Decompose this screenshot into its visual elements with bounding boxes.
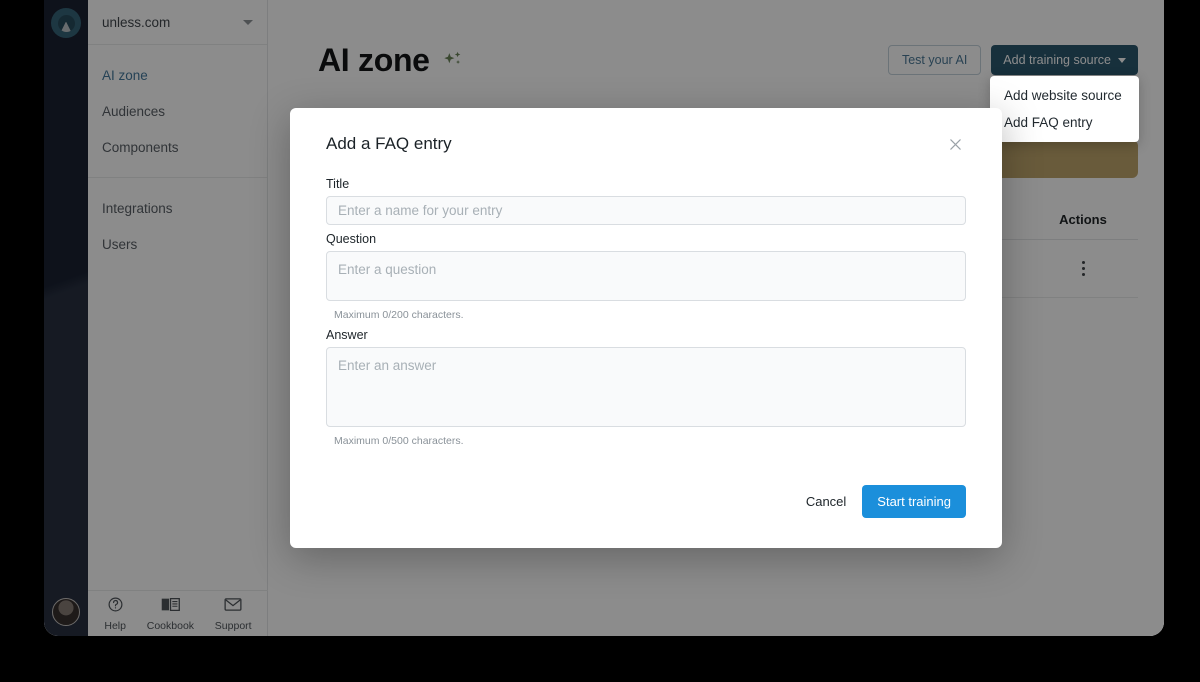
nav-group-primary: AI zone Audiences Components — [88, 45, 267, 165]
field-answer: Answer Maximum 0/500 characters. — [326, 328, 966, 447]
sidebar-item-ai-zone[interactable]: AI zone — [88, 57, 267, 93]
kebab-menu-icon[interactable] — [1078, 257, 1089, 280]
title-label: Title — [326, 177, 350, 191]
book-icon — [161, 596, 180, 618]
dropdown-item-add-faq-entry[interactable]: Add FAQ entry — [990, 109, 1139, 136]
sidebar-item-components[interactable]: Components — [88, 129, 267, 165]
envelope-icon — [224, 596, 242, 618]
sidebar-item-label: Components — [102, 139, 179, 155]
cancel-button[interactable]: Cancel — [800, 486, 852, 517]
app-window: unless.com AI zone Audiences Components … — [44, 0, 1164, 636]
field-title: Title — [326, 177, 966, 225]
answer-input[interactable] — [326, 347, 966, 427]
question-helper-text: Maximum 0/200 characters. — [334, 309, 464, 321]
row-actions-cell — [1028, 257, 1138, 280]
close-icon[interactable] — [945, 134, 966, 155]
sidebar-item-integrations[interactable]: Integrations — [88, 190, 267, 226]
add-training-source-label: Add training source — [1003, 53, 1111, 67]
cookbook-label: Cookbook — [146, 619, 195, 632]
answer-label: Answer — [326, 328, 368, 342]
add-faq-entry-modal: Add a FAQ entry Title Question Maximum 0… — [290, 108, 1002, 548]
sidebar-item-label: AI zone — [102, 67, 148, 83]
help-button[interactable]: Help — [104, 596, 126, 632]
nav-group-secondary: Integrations Users — [88, 177, 267, 262]
header-actions: Test your AI Add training source — [887, 45, 1138, 75]
answer-helper-text: Maximum 0/500 characters. — [334, 435, 464, 447]
dropdown-item-add-website-source[interactable]: Add website source — [990, 82, 1139, 109]
start-training-button[interactable]: Start training — [862, 485, 966, 518]
help-label: Help — [104, 619, 126, 632]
question-label: Question — [326, 232, 377, 246]
sidebar: unless.com AI zone Audiences Components … — [88, 0, 268, 636]
app-rail — [44, 0, 88, 636]
support-button[interactable]: Support — [215, 596, 252, 632]
sidebar-item-label: Users — [102, 236, 138, 252]
field-question: Question Maximum 0/200 characters. — [326, 232, 966, 321]
chevron-down-icon — [1118, 57, 1126, 63]
sparkle-icon — [442, 49, 464, 71]
column-header-actions: Actions — [1059, 212, 1107, 227]
title-input[interactable] — [326, 196, 966, 225]
modal-header: Add a FAQ entry — [326, 134, 966, 155]
cookbook-button[interactable]: Cookbook — [147, 596, 194, 632]
sidebar-item-audiences[interactable]: Audiences — [88, 93, 267, 129]
modal-footer: Cancel Start training — [326, 485, 966, 518]
sidebar-item-label: Audiences — [102, 103, 166, 119]
chevron-down-icon — [243, 19, 253, 25]
workspace-switcher[interactable]: unless.com — [88, 0, 267, 45]
page-title: AI zone — [318, 41, 430, 78]
sidebar-item-users[interactable]: Users — [88, 226, 267, 262]
sidebar-item-label: Integrations — [102, 200, 173, 216]
sidebar-bottom-bar: Help Cookbook Support — [88, 590, 268, 636]
modal-title: Add a FAQ entry — [326, 134, 452, 153]
add-training-source-button[interactable]: Add training source — [991, 45, 1138, 75]
unless-logo-icon[interactable] — [51, 8, 81, 38]
support-label: Support — [214, 619, 252, 632]
question-circle-icon — [107, 596, 124, 618]
workspace-name: unless.com — [102, 14, 171, 30]
question-input[interactable] — [326, 251, 966, 301]
test-your-ai-button[interactable]: Test your AI — [887, 45, 982, 75]
user-avatar[interactable] — [52, 598, 80, 626]
add-training-source-dropdown: Add website source Add FAQ entry — [990, 76, 1139, 142]
